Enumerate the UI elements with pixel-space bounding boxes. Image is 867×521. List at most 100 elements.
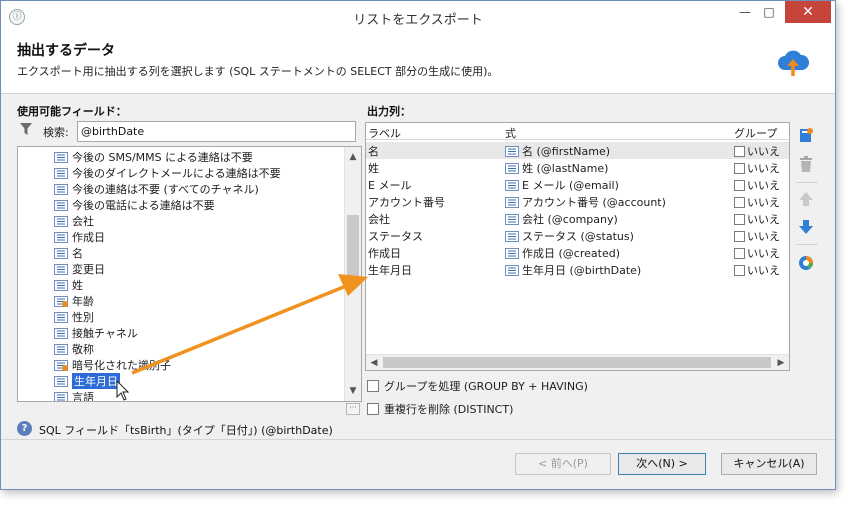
cell-label: ステータス [368, 230, 423, 243]
cell-group[interactable]: いいえ [734, 160, 780, 176]
scroll-left-arrow-icon[interactable]: ◀ [366, 355, 382, 370]
tree-item[interactable]: 変更日 [54, 261, 105, 277]
tree-item-label: 今後の SMS/MMS による連絡は不要 [72, 151, 253, 164]
table-row[interactable]: 会社 会社 (@company) いいえ [366, 210, 789, 227]
group-checkbox[interactable] [734, 247, 745, 259]
tree-item[interactable]: 作成日 [54, 229, 105, 245]
tree-item[interactable]: 言語 [54, 389, 94, 401]
scroll-thumb[interactable] [383, 357, 771, 368]
tree-item[interactable]: 接触チャネル [54, 325, 138, 341]
group-checkbox[interactable] [734, 145, 745, 157]
tree-item[interactable]: 暗号化された識別子 [54, 357, 171, 373]
group-checkbox[interactable] [734, 264, 745, 276]
field-icon [505, 230, 519, 242]
tree-item[interactable]: 姓 [54, 277, 83, 293]
tree-vertical-scrollbar[interactable]: ▲ ▼ [344, 147, 361, 401]
field-icon [54, 231, 68, 243]
cell-group[interactable]: いいえ [734, 194, 780, 210]
table-row[interactable]: 名 名 (@firstName) いいえ [366, 142, 789, 159]
cell-group[interactable]: いいえ [734, 177, 780, 193]
search-label: 検索: [43, 126, 69, 139]
tree-item-label: 変更日 [72, 263, 105, 276]
table-row[interactable]: アカウント番号 アカウント番号 (@account) いいえ [366, 193, 789, 210]
trash-icon[interactable] [797, 155, 815, 173]
group-value: いいえ [747, 264, 780, 277]
tree-item[interactable]: 今後のダイレクトメールによる連絡は不要 [54, 165, 281, 181]
table-row[interactable]: 作成日 作成日 (@created) いいえ [366, 244, 789, 261]
output-columns-label: 出力列： [367, 105, 411, 118]
group-by-option[interactable]: グループを処理 (GROUP BY + HAVING) [367, 378, 588, 394]
field-icon [54, 199, 68, 211]
field-icon [505, 213, 519, 225]
table-row[interactable]: ステータス ステータス (@status) いいえ [366, 227, 789, 244]
cell-expression-text: 名 (@firstName) [522, 145, 611, 158]
tree-item[interactable]: 敬称 [54, 341, 94, 357]
field-icon [54, 247, 68, 259]
output-columns-table[interactable]: ラベル 式 グループ 名名 (@firstName) いいえ姓姓 (@lastNa… [365, 122, 790, 371]
footer-separator [1, 439, 835, 440]
cancel-button[interactable]: キャンセル(A) [721, 453, 817, 475]
tree-item[interactable]: 会社 [54, 213, 94, 229]
available-fields-label: 使用可能フィールド： [17, 105, 127, 118]
group-by-checkbox[interactable] [367, 380, 379, 392]
group-checkbox[interactable] [734, 179, 745, 191]
distinct-option[interactable]: 重複行を削除 (DISTINCT) [367, 401, 513, 417]
close-button[interactable]: ✕ [785, 1, 831, 23]
group-checkbox[interactable] [734, 230, 745, 242]
column-header-label[interactable]: ラベル [368, 125, 401, 141]
tree-item-label: 性別 [72, 311, 94, 324]
maximize-button[interactable]: □ [759, 1, 779, 23]
cell-group[interactable]: いいえ [734, 143, 780, 159]
wizard-header: 抽出するデータ エクスポート用に抽出する列を選択します (SQL ステートメント… [1, 32, 835, 94]
cell-expression: ステータス (@status) [505, 228, 634, 244]
group-value: いいえ [747, 145, 780, 158]
tree-item[interactable]: 生年月日 [54, 372, 121, 390]
table-row[interactable]: 姓 姓 (@lastName) いいえ [366, 159, 789, 176]
tree-item[interactable]: 今後の連絡は不要 (すべてのチャネル) [54, 181, 259, 197]
minimize-button[interactable]: — [735, 1, 755, 23]
table-row[interactable]: E メール E メール (@email) いいえ [366, 176, 789, 193]
column-header-expression[interactable]: 式 [505, 125, 516, 141]
tree-item[interactable]: 今後の SMS/MMS による連絡は不要 [54, 149, 253, 165]
group-checkbox[interactable] [734, 213, 745, 225]
cell-expression: アカウント番号 (@account) [505, 194, 666, 210]
add-column-icon[interactable] [797, 126, 815, 144]
tree-item[interactable]: 今後の電話による連絡は不要 [54, 197, 215, 213]
cell-group[interactable]: いいえ [734, 211, 780, 227]
move-down-icon[interactable] [797, 218, 815, 236]
table-horizontal-scrollbar[interactable]: ◀ ▶ [366, 354, 789, 370]
field-hint: SQL フィールド「tsBirth」(タイプ「日付」) (@birthDate) [39, 424, 333, 437]
tree-item[interactable]: 年齢 [54, 293, 94, 309]
tree-item[interactable]: 名 [54, 245, 83, 261]
cell-group[interactable]: いいえ [734, 245, 780, 261]
field-icon [54, 311, 68, 323]
cloud-upload-icon [778, 50, 810, 76]
next-button[interactable]: 次へ(N) > [618, 453, 706, 475]
scroll-up-arrow-icon[interactable]: ▲ [345, 149, 361, 165]
available-fields-tree[interactable]: 今後の SMS/MMS による連絡は不要 今後のダイレクトメールによる連絡は不要今… [17, 146, 362, 402]
field-icon [505, 145, 519, 157]
tree-item-label: 今後の電話による連絡は不要 [72, 199, 215, 212]
tree-item-label: 姓 [72, 279, 83, 292]
tree-more-button[interactable]: ··· [346, 403, 360, 415]
group-value: いいえ [747, 247, 780, 260]
cell-group[interactable]: いいえ [734, 262, 780, 278]
back-button[interactable]: < 前へ(P) [515, 453, 611, 475]
field-icon [505, 179, 519, 191]
search-input[interactable] [77, 121, 356, 142]
field-icon [54, 167, 68, 179]
tree-item[interactable]: 性別 [54, 309, 94, 325]
scroll-thumb[interactable] [347, 215, 359, 281]
cell-group[interactable]: いいえ [734, 228, 780, 244]
distinct-checkbox[interactable] [367, 403, 379, 415]
table-row[interactable]: 生年月日 生年月日 (@birthDate) いいえ [366, 261, 789, 278]
field-icon [505, 264, 519, 276]
cell-expression-text: 姓 (@lastName) [522, 162, 609, 175]
group-checkbox[interactable] [734, 196, 745, 208]
column-header-group[interactable]: グループ [734, 125, 777, 141]
scroll-down-arrow-icon[interactable]: ▼ [345, 383, 361, 399]
distribution-icon[interactable] [797, 254, 815, 272]
scroll-right-arrow-icon[interactable]: ▶ [773, 355, 789, 370]
group-checkbox[interactable] [734, 162, 745, 174]
move-up-icon[interactable] [797, 190, 815, 208]
